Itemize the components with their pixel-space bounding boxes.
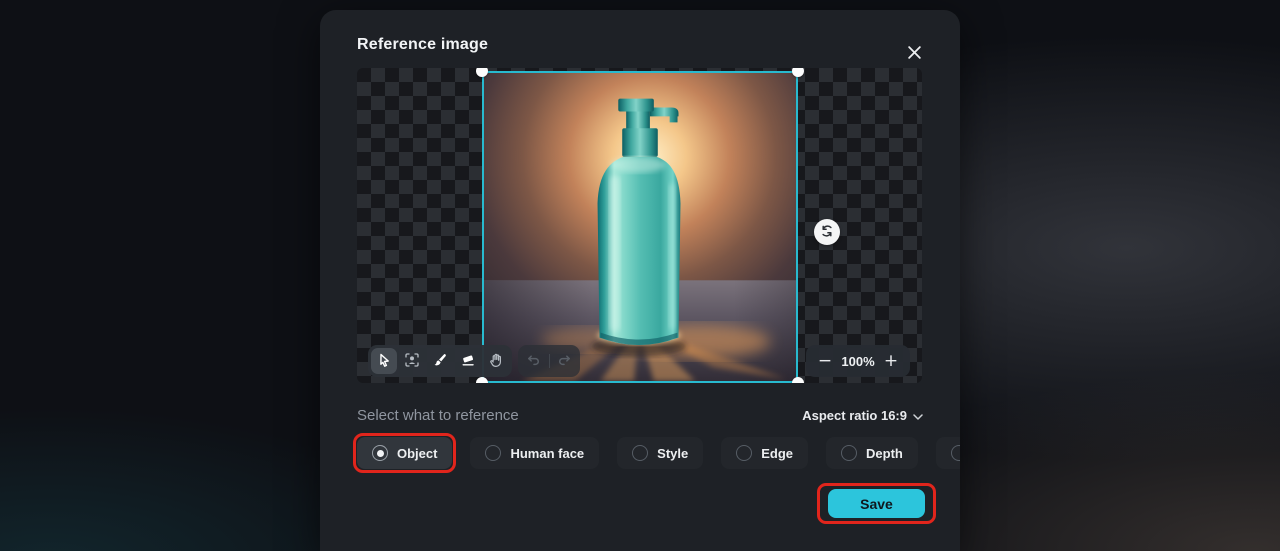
aspect-ratio-label: Aspect ratio 16:9 [802,407,907,423]
reference-option-edge[interactable]: Edge [721,437,809,469]
save-button[interactable]: Save [828,489,925,518]
person-selection-icon [404,352,420,371]
undo-icon [525,352,542,370]
tools-toolbar [368,345,512,377]
radio-icon [736,445,753,461]
zoom-controls: − 100% + [806,345,910,377]
reference-option-depth[interactable]: Depth [826,437,918,469]
reference-prompt-label: Select what to reference [357,406,519,424]
radio-icon [632,445,649,461]
select-tool-button[interactable] [371,348,397,374]
undo-button[interactable] [523,350,545,372]
annotation-highlight-save: Save [817,483,936,524]
reference-option-human-face[interactable]: Human face [470,437,600,469]
redo-button[interactable] [554,350,576,372]
reference-option-pose[interactable]: Pose [935,437,960,469]
history-toolbar [518,345,580,377]
option-wrap: Pose [932,433,960,473]
refresh-icon [819,223,835,242]
crop-handle-top-right[interactable] [792,68,804,77]
radio-icon [950,445,960,461]
close-button[interactable] [898,38,930,70]
crop-region[interactable] [482,71,798,383]
option-wrap: Depth [822,433,922,473]
eraser-tool-button[interactable] [455,348,481,374]
reference-image-preview [484,73,796,381]
brush-icon [432,352,448,371]
reference-image-modal: Reference image − 100% + Select what to … [320,10,960,551]
portrait-select-tool-button[interactable] [399,348,425,374]
crop-handle-bottom-left[interactable] [476,377,488,383]
reference-options: Object Human face Style Edge Depth [353,433,960,473]
modal-title: Reference image [357,36,489,53]
close-icon [907,45,922,63]
annotation-highlight-object: Object [353,433,457,473]
history-divider [548,354,550,368]
reference-option-object[interactable]: Object [357,437,453,469]
radio-icon [372,445,388,461]
cursor-icon [376,352,392,371]
hand-icon [488,352,504,371]
brush-tool-button[interactable] [427,348,453,374]
radio-icon [485,445,502,461]
eraser-icon [460,352,476,371]
crop-handle-bottom-right[interactable] [792,377,804,383]
pan-tool-button[interactable] [483,348,509,374]
reference-option-style[interactable]: Style [617,437,704,469]
editor-canvas: − 100% + [357,68,922,383]
replace-image-button[interactable] [814,219,840,245]
option-wrap: Edge [717,433,812,473]
zoom-in-button[interactable]: + [882,352,900,370]
chevron-down-icon [913,408,923,423]
redo-icon [556,352,573,370]
radio-icon [841,445,858,461]
reference-header-row: Select what to reference Aspect ratio 16… [357,404,923,426]
zoom-out-button[interactable]: − [816,352,834,370]
zoom-level: 100% [841,353,875,369]
option-wrap: Style [613,433,707,473]
aspect-ratio-dropdown[interactable]: Aspect ratio 16:9 [802,408,923,423]
option-wrap: Human face [466,433,603,473]
